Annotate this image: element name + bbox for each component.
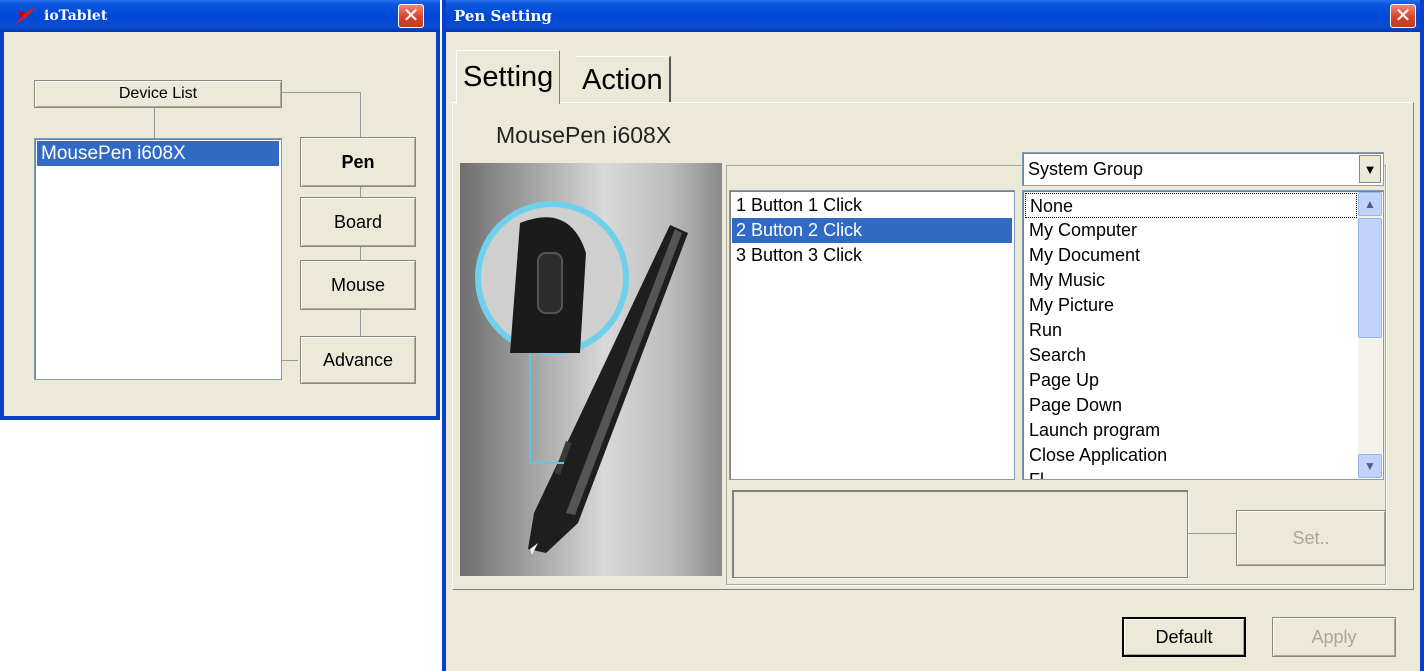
description-box [732,490,1188,578]
list-item-function[interactable]: Search [1025,343,1357,368]
group-select[interactable]: System Group ▼ [1022,152,1384,186]
pen-button[interactable]: Pen [300,137,416,187]
chevron-down-icon[interactable]: ▼ [1358,454,1382,478]
iotablet-window: ioTablet ✕ Device List MousePen i608X Pe… [0,0,440,420]
chevron-down-icon[interactable]: ▼ [1359,155,1381,183]
list-item-function[interactable]: Run [1025,318,1357,343]
device-listbox[interactable]: MousePen i608X [34,138,282,380]
list-item-device[interactable]: MousePen i608X [37,141,279,166]
connector-line [154,108,155,138]
device-list-header: Device List [34,80,282,108]
list-item-function[interactable]: Launch program [1025,418,1357,443]
list-item-function[interactable]: My Music [1025,268,1357,293]
function-list-scrollbar[interactable]: ▲ ▼ [1358,192,1382,478]
pen-image [460,163,722,576]
pen-setting-titlebar[interactable]: Pen Setting ✕ [446,0,1420,32]
close-icon[interactable]: ✕ [1390,4,1416,28]
device-list-label: Device List [118,85,198,102]
scroll-thumb[interactable] [1358,218,1382,338]
pen-setting-window: Pen Setting ✕ Setting Action MousePen i6… [442,0,1424,671]
device-name-label: MousePen i608X [496,122,672,148]
connector-line [1188,533,1236,534]
ink-pen-icon [12,4,38,28]
pen-setting-title: Pen Setting [454,7,552,25]
list-item-button-3[interactable]: 3 Button 3 Click [732,243,1012,268]
mouse-button[interactable]: Mouse [300,260,416,310]
tab-action[interactable]: Action [576,56,671,102]
list-item-function[interactable]: Page Up [1025,368,1357,393]
list-item-button-2[interactable]: 2 Button 2 Click [732,218,1012,243]
iotablet-title: ioTablet [44,8,108,24]
board-button[interactable]: Board [300,197,416,247]
list-item-function[interactable]: Close Application [1025,443,1357,468]
list-item-function[interactable]: My Computer [1025,218,1357,243]
tab-setting[interactable]: Setting [456,50,561,104]
connector-line [282,360,298,361]
list-item-function[interactable]: Fl... [1025,468,1357,479]
list-item-function[interactable]: My Document [1025,243,1357,268]
advance-button[interactable]: Advance [300,336,416,384]
default-button[interactable]: Default [1122,617,1246,657]
close-icon[interactable]: ✕ [398,4,424,28]
list-item-function[interactable]: Page Down [1025,393,1357,418]
set-button[interactable]: Set.. [1236,510,1386,566]
function-listbox[interactable]: None My Computer My Document My Music My… [1022,190,1384,480]
button-action-listbox[interactable]: 1 Button 1 Click 2 Button 2 Click 3 Butt… [729,190,1015,480]
list-item-function[interactable]: My Picture [1025,293,1357,318]
list-item-function[interactable]: None [1025,193,1357,218]
apply-button[interactable]: Apply [1272,617,1396,657]
connector-line [282,92,360,93]
group-select-value: System Group [1028,159,1144,179]
iotablet-titlebar[interactable]: ioTablet ✕ [0,0,440,32]
list-item-button-1[interactable]: 1 Button 1 Click [732,193,1012,218]
chevron-up-icon[interactable]: ▲ [1358,192,1382,216]
